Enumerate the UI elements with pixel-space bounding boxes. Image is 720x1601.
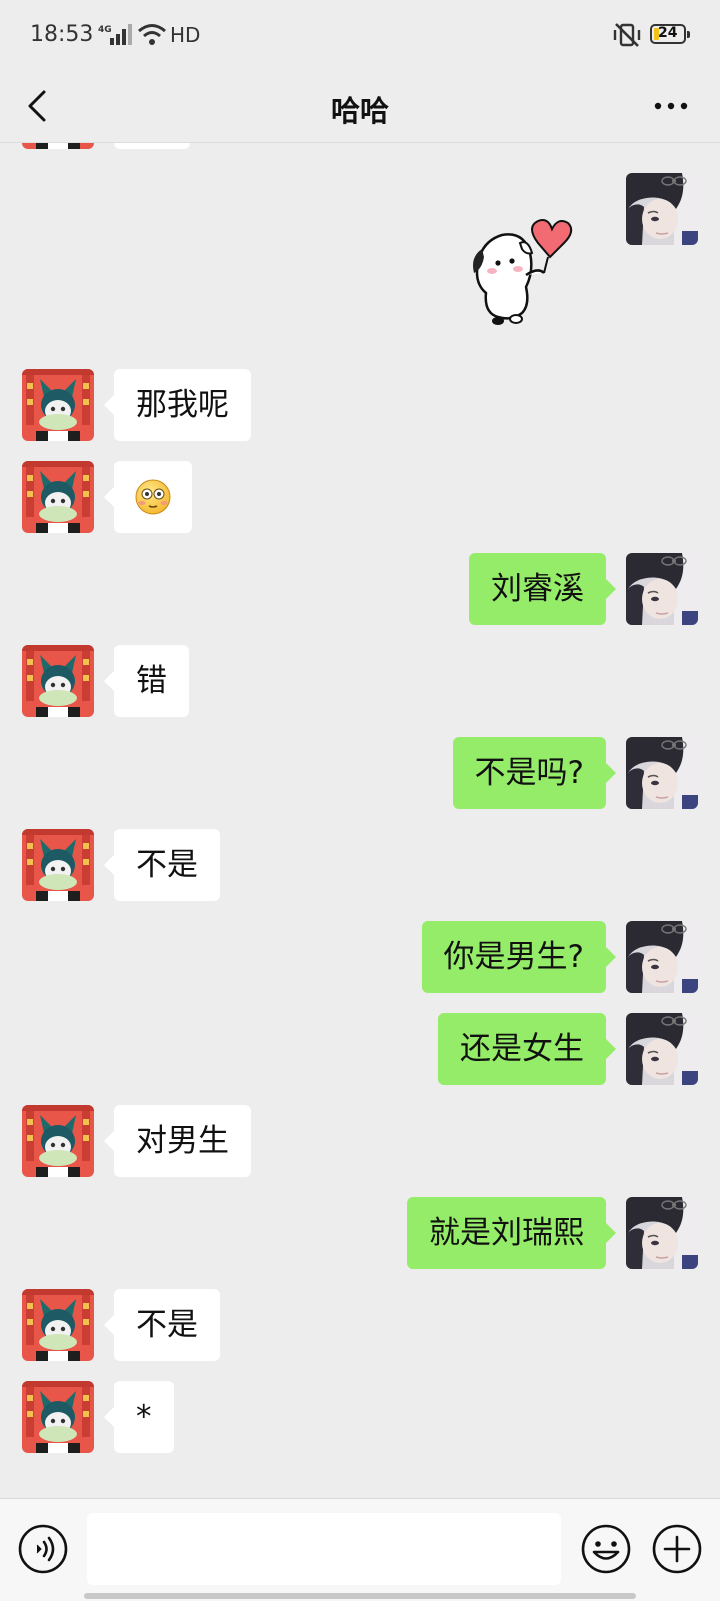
avatar-friend[interactable]	[22, 1381, 94, 1453]
message-bubble[interactable]: 对男生	[104, 1105, 251, 1177]
avatar-me[interactable]	[626, 553, 698, 625]
partial-avatar-friend	[22, 143, 94, 149]
partial-message-bubble[interactable]	[114, 143, 190, 149]
message-bubble[interactable]: 那我呢	[104, 369, 251, 441]
plus-icon	[652, 1524, 702, 1574]
message-bubble[interactable]: *	[104, 1381, 174, 1453]
avatar-friend[interactable]	[22, 1289, 94, 1361]
input-bar	[0, 1498, 720, 1601]
emoji-button[interactable]	[580, 1523, 632, 1575]
wifi-icon	[137, 22, 167, 50]
more-options-button[interactable]	[646, 86, 696, 126]
message-row: *	[0, 1381, 720, 1453]
avatar-me[interactable]	[626, 1013, 698, 1085]
message-row	[0, 461, 720, 533]
puppy-heart-sticker[interactable]	[468, 213, 578, 333]
message-bubble-emoji[interactable]	[104, 461, 192, 533]
vibrate-mute-icon	[612, 22, 642, 52]
message-row-sticker	[0, 173, 720, 333]
message-row: 不是	[0, 829, 720, 901]
message-bubble[interactable]: 不是	[104, 829, 220, 901]
avatar-friend[interactable]	[22, 369, 94, 441]
more-functions-button[interactable]	[651, 1523, 703, 1575]
message-row: 不是吗?	[0, 737, 720, 809]
message-bubble[interactable]: 就是刘瑞熙	[407, 1197, 616, 1269]
voice-icon	[18, 1524, 68, 1574]
flushed-face-icon	[135, 479, 171, 515]
chat-messages[interactable]: 那我呢 刘睿溪 错 不是吗? 不是 你是男生? 还是女生 对男生 就是刘瑞熙 不…	[0, 143, 720, 1498]
hd-indicator: HD	[170, 23, 201, 47]
message-row: 刘睿溪	[0, 553, 720, 625]
network-type-label: 4G	[98, 25, 112, 35]
message-row: 你是男生?	[0, 921, 720, 993]
status-bar: 18:53 4G HD 24	[0, 0, 720, 70]
battery-icon: 24	[650, 24, 690, 44]
avatar-friend[interactable]	[22, 829, 94, 901]
message-row: 不是	[0, 1289, 720, 1361]
status-time: 18:53	[30, 22, 94, 47]
message-row: 那我呢	[0, 369, 720, 441]
more-dots-icon	[654, 102, 688, 110]
message-bubble[interactable]: 错	[104, 645, 189, 717]
chat-title: 哈哈	[330, 94, 389, 128]
message-row: 对男生	[0, 1105, 720, 1177]
avatar-friend[interactable]	[22, 645, 94, 717]
message-bubble[interactable]: 不是	[104, 1289, 220, 1361]
message-bubble[interactable]: 刘睿溪	[469, 553, 616, 625]
battery-level: 24	[658, 25, 678, 41]
message-input[interactable]	[87, 1513, 561, 1585]
message-bubble[interactable]: 不是吗?	[452, 737, 617, 809]
message-row: 就是刘瑞熙	[0, 1197, 720, 1269]
home-indicator	[84, 1593, 636, 1599]
voice-input-button[interactable]	[17, 1523, 69, 1575]
avatar-me[interactable]	[626, 737, 698, 809]
cellular-signal-icon: 4G	[98, 24, 132, 50]
smiley-icon	[581, 1524, 631, 1574]
avatar-me[interactable]	[626, 173, 698, 245]
avatar-friend[interactable]	[22, 1105, 94, 1177]
avatar-me[interactable]	[626, 1197, 698, 1269]
avatar-friend[interactable]	[22, 461, 94, 533]
message-bubble[interactable]: 还是女生	[438, 1013, 616, 1085]
avatar-me[interactable]	[626, 921, 698, 993]
message-row: 错	[0, 645, 720, 717]
message-row: 还是女生	[0, 1013, 720, 1085]
message-bubble[interactable]: 你是男生?	[421, 921, 617, 993]
chat-header: 哈哈	[0, 70, 720, 143]
